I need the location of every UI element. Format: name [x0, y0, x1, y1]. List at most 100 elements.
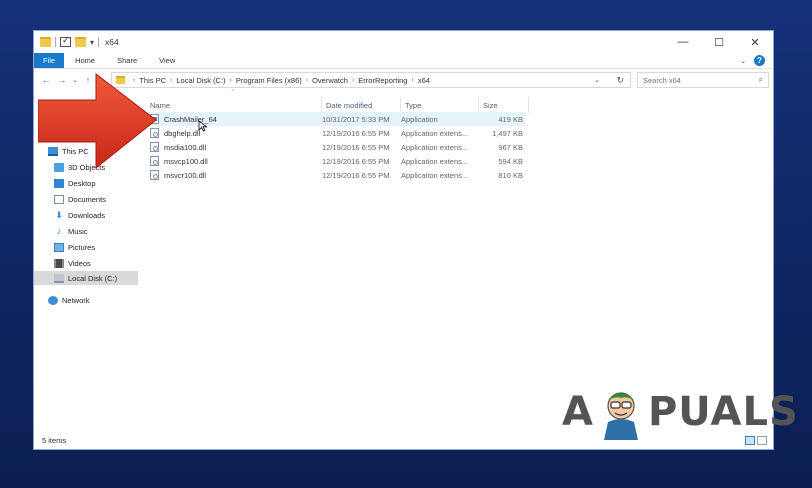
file-name: msvcp100.dll — [164, 156, 208, 166]
new-folder-icon[interactable] — [75, 37, 86, 47]
tab-home[interactable]: Home — [64, 53, 106, 68]
address-bar[interactable]: › This PC › Local Disk (C:) › Program Fi… — [111, 72, 631, 88]
crumb-errorreporting[interactable]: ErrorReporting — [358, 76, 407, 85]
item-count: 5 items — [42, 435, 67, 445]
file-name-cell[interactable]: msvcr100.dll — [150, 168, 320, 182]
crumb-separator[interactable]: › — [306, 77, 308, 84]
sidebar-item-label: Desktop — [68, 178, 96, 188]
sidebar-item-label: Music — [68, 226, 88, 236]
file-date: 12/19/2016 6:55 PM — [322, 156, 390, 166]
crumb-program-files[interactable]: Program Files (x86) — [236, 76, 302, 85]
column-header-name[interactable]: Name — [146, 97, 322, 113]
title-bar: ▾ x64 — ☐ ✕ — [34, 31, 773, 53]
download-icon: ⬇ — [55, 209, 63, 220]
red-arrow-annotation-icon — [38, 72, 157, 170]
column-header-date[interactable]: Date modified — [322, 97, 401, 113]
watermark-text-right: PUALS — [647, 389, 799, 435]
column-header-type[interactable]: Type — [401, 97, 479, 113]
close-button[interactable]: ✕ — [737, 31, 773, 53]
table-row[interactable]: msvcp100.dll 12/19/2016 6:55 PM Applicat… — [146, 154, 525, 168]
search-input[interactable] — [643, 75, 751, 85]
customize-toolbar-chevron-icon[interactable]: ▾ — [90, 38, 94, 47]
file-name: CrashMailer_64 — [164, 114, 217, 124]
crumb-separator[interactable]: › — [170, 77, 172, 84]
sidebar-item-label: Documents — [68, 194, 106, 204]
file-name-cell[interactable]: dbghelp.dll — [150, 126, 320, 140]
address-history-chevron-icon[interactable]: ⌄ — [594, 76, 600, 84]
file-type: Application — [401, 114, 438, 124]
search-box[interactable]: ⌕ — [637, 72, 769, 88]
crumb-separator[interactable]: › — [230, 77, 232, 84]
folder-icon — [40, 37, 51, 47]
file-type: Application extens... — [401, 170, 469, 180]
search-icon[interactable]: ⌕ — [759, 75, 763, 85]
document-icon — [54, 194, 64, 204]
picture-icon — [54, 242, 64, 252]
maximize-button[interactable]: ☐ — [701, 31, 737, 53]
crumb-overwatch[interactable]: Overwatch — [312, 76, 348, 85]
minimize-button[interactable]: — — [665, 31, 701, 53]
crumb-x64[interactable]: x64 — [418, 76, 430, 85]
sidebar-item-label: Pictures — [68, 242, 96, 252]
appuals-watermark: A PUALS — [562, 384, 799, 440]
quick-access-toolbar: ▾ — [34, 35, 100, 47]
ribbon-tabs: File Home Share View ⌄ ? — [34, 53, 773, 69]
sidebar-item-documents[interactable]: Documents — [34, 192, 138, 206]
file-date: 12/19/2016 6:55 PM — [322, 128, 390, 138]
sidebar-item-network[interactable]: Network — [34, 293, 138, 307]
file-name-cell[interactable]: msdia100.dll — [150, 140, 320, 154]
desktop-icon — [54, 178, 64, 188]
window-title: x64 — [105, 37, 119, 47]
crumb-separator[interactable]: › — [411, 77, 413, 84]
file-date: 12/19/2016 6:55 PM — [322, 170, 390, 180]
tab-file[interactable]: File — [34, 53, 65, 68]
sidebar-item-label: Network — [62, 295, 90, 305]
file-type: Application extens... — [401, 128, 469, 138]
file-date: 10/31/2017 5:33 PM — [322, 114, 390, 124]
sidebar-item-music[interactable]: ♪ Music — [34, 224, 138, 238]
file-name: msdia100.dll — [164, 142, 207, 152]
network-icon — [48, 295, 58, 305]
column-header-size[interactable]: Size — [479, 97, 529, 113]
file-name-cell[interactable]: msvcp100.dll — [150, 154, 320, 168]
sidebar-item-label: Downloads — [68, 210, 106, 220]
tab-view[interactable]: View — [148, 53, 186, 68]
disk-icon — [54, 273, 64, 283]
properties-icon[interactable] — [60, 35, 71, 47]
file-size: 419 KB — [498, 114, 523, 124]
file-name: dbghelp.dll — [164, 128, 201, 138]
toolbar-separator — [98, 37, 100, 47]
appuals-mascot-icon — [603, 392, 638, 440]
watermark-text-left: A — [562, 389, 594, 435]
sidebar-item-label: Local Disk (C:) — [68, 273, 118, 283]
file-name: msvcr100.dll — [164, 170, 207, 180]
help-icon[interactable]: ? — [754, 55, 765, 66]
table-row[interactable]: msvcr100.dll 12/19/2016 6:55 PM Applicat… — [146, 168, 525, 182]
crumb-local-disk[interactable]: Local Disk (C:) — [176, 76, 225, 85]
file-type: Application extens... — [401, 156, 469, 166]
sort-chevron-up-icon: ⌃ — [230, 89, 236, 96]
window-controls: — ☐ ✕ — [665, 31, 773, 53]
file-size: 967 KB — [498, 142, 523, 152]
mouse-pointer-icon — [198, 120, 208, 132]
sidebar-item-label: Videos — [68, 258, 91, 268]
sidebar-item-desktop[interactable]: Desktop — [34, 176, 138, 190]
toolbar-separator — [55, 37, 56, 47]
file-size: 1,497 KB — [492, 128, 523, 138]
video-icon — [54, 258, 64, 268]
tab-share[interactable]: Share — [106, 53, 148, 68]
sidebar-item-pictures[interactable]: Pictures — [34, 240, 138, 254]
file-size: 810 KB — [498, 170, 523, 180]
sidebar-item-downloads[interactable]: ⬇ Downloads — [34, 208, 138, 222]
table-row[interactable]: msdia100.dll 12/19/2016 6:55 PM Applicat… — [146, 140, 525, 154]
file-date: 12/19/2016 6:55 PM — [322, 142, 390, 152]
file-size: 594 KB — [498, 156, 523, 166]
sidebar-item-local-disk[interactable]: Local Disk (C:) — [34, 271, 138, 285]
music-icon: ♪ — [56, 225, 62, 236]
sidebar-item-videos[interactable]: Videos — [34, 256, 138, 270]
file-type: Application extens... — [401, 142, 469, 152]
file-name-cell[interactable]: CrashMailer_64 — [150, 112, 320, 126]
refresh-icon[interactable]: ↻ — [616, 75, 624, 86]
crumb-separator[interactable]: › — [352, 77, 354, 84]
expand-ribbon-chevron-icon[interactable]: ⌄ — [740, 57, 746, 65]
